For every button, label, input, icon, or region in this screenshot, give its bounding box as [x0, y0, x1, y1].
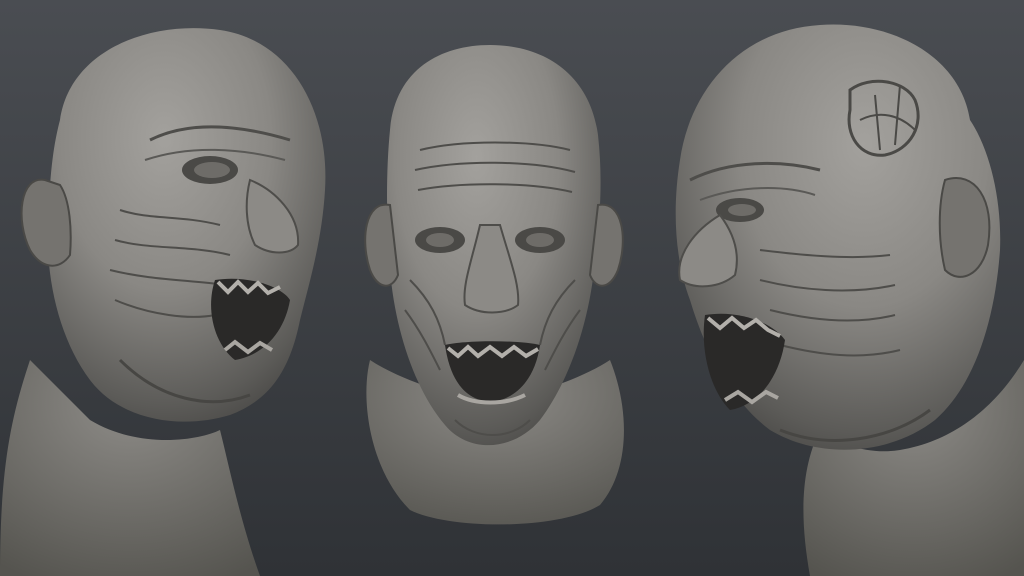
sculpt-render [0, 0, 1024, 576]
head-front [364, 45, 624, 525]
render-viewport [0, 0, 1024, 576]
